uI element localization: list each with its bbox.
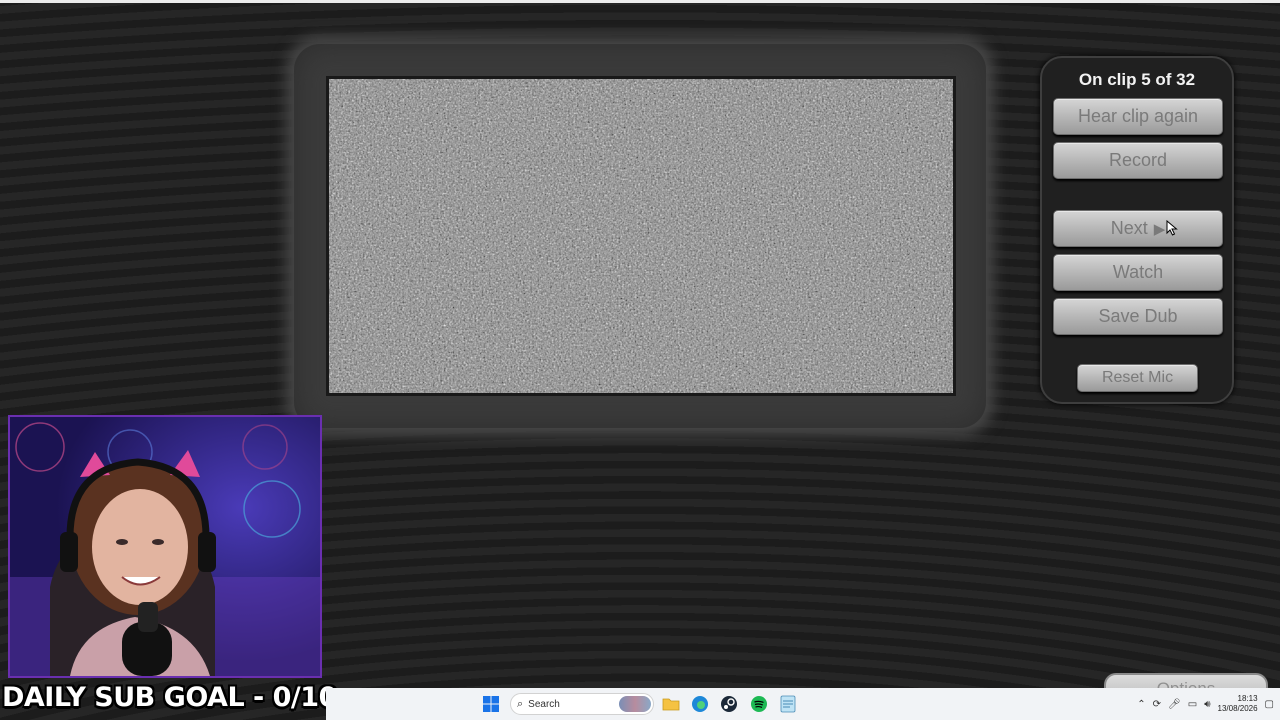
taskbar-clock[interactable]: 18:13 13/08/2026	[1218, 694, 1258, 714]
next-button[interactable]: Next ▶	[1053, 210, 1223, 247]
windows-start-icon[interactable]	[482, 695, 500, 713]
steam-icon[interactable]	[720, 695, 738, 713]
daily-sub-goal-text: DAILY SUB GOAL - 0/10	[2, 682, 337, 713]
top-border	[0, 0, 1280, 3]
watch-button[interactable]: Watch	[1053, 254, 1223, 291]
play-arrow-icon: ▶	[1153, 220, 1166, 238]
save-dub-button[interactable]: Save Dub	[1053, 298, 1223, 335]
spotify-icon[interactable]	[750, 695, 768, 713]
webcam-overlay	[8, 415, 322, 678]
hear-clip-again-button[interactable]: Hear clip again	[1053, 98, 1223, 135]
file-explorer-icon[interactable]	[662, 695, 680, 713]
save-dub-label: Save Dub	[1098, 306, 1178, 326]
record-button[interactable]: Record	[1053, 142, 1223, 179]
windows-taskbar: ⌕ Search ⌃ ⟳ 🎤︎ ▭ 🔊︎ 18:13 13/08/2026 ▢	[326, 688, 1280, 720]
network-icon[interactable]: ▭	[1188, 699, 1197, 710]
notifications-icon[interactable]: ▢	[1265, 699, 1274, 710]
video-static-screen	[326, 76, 956, 396]
tv-frame	[294, 44, 986, 428]
mouse-cursor-icon	[1166, 220, 1178, 236]
microphone-icon[interactable]: 🎤︎	[1168, 699, 1181, 710]
system-tray: ⌃ ⟳ 🎤︎ ▭ 🔊︎ 18:13 13/08/2026 ▢	[1137, 688, 1274, 720]
next-label: Next	[1110, 218, 1148, 238]
notepad-icon[interactable]	[779, 695, 797, 713]
search-icon: ⌕	[517, 697, 524, 710]
volume-icon[interactable]: 🔊︎	[1204, 699, 1210, 710]
clip-status: On clip 5 of 32	[1078, 70, 1196, 89]
search-placeholder: Search	[528, 698, 560, 710]
clock-date: 13/08/2026	[1217, 704, 1258, 713]
edge-browser-icon[interactable]	[691, 695, 709, 713]
watch-label: Watch	[1112, 262, 1164, 282]
reset-mic-label: Reset Mic	[1101, 369, 1174, 386]
sync-icon[interactable]: ⟳	[1153, 699, 1161, 710]
record-label: Record	[1108, 150, 1168, 170]
webcam-person-image	[10, 417, 320, 676]
reset-mic-button[interactable]: Reset Mic	[1077, 364, 1198, 392]
hear-clip-again-label: Hear clip again	[1077, 106, 1199, 126]
taskbar-search[interactable]: ⌕ Search	[510, 693, 654, 715]
control-panel: On clip 5 of 32 Hear clip again Record N…	[1040, 56, 1234, 404]
clock-time: 18:13	[1237, 694, 1258, 703]
search-highlight-icon	[619, 696, 651, 712]
show-hidden-icons-icon[interactable]: ⌃	[1137, 699, 1145, 710]
